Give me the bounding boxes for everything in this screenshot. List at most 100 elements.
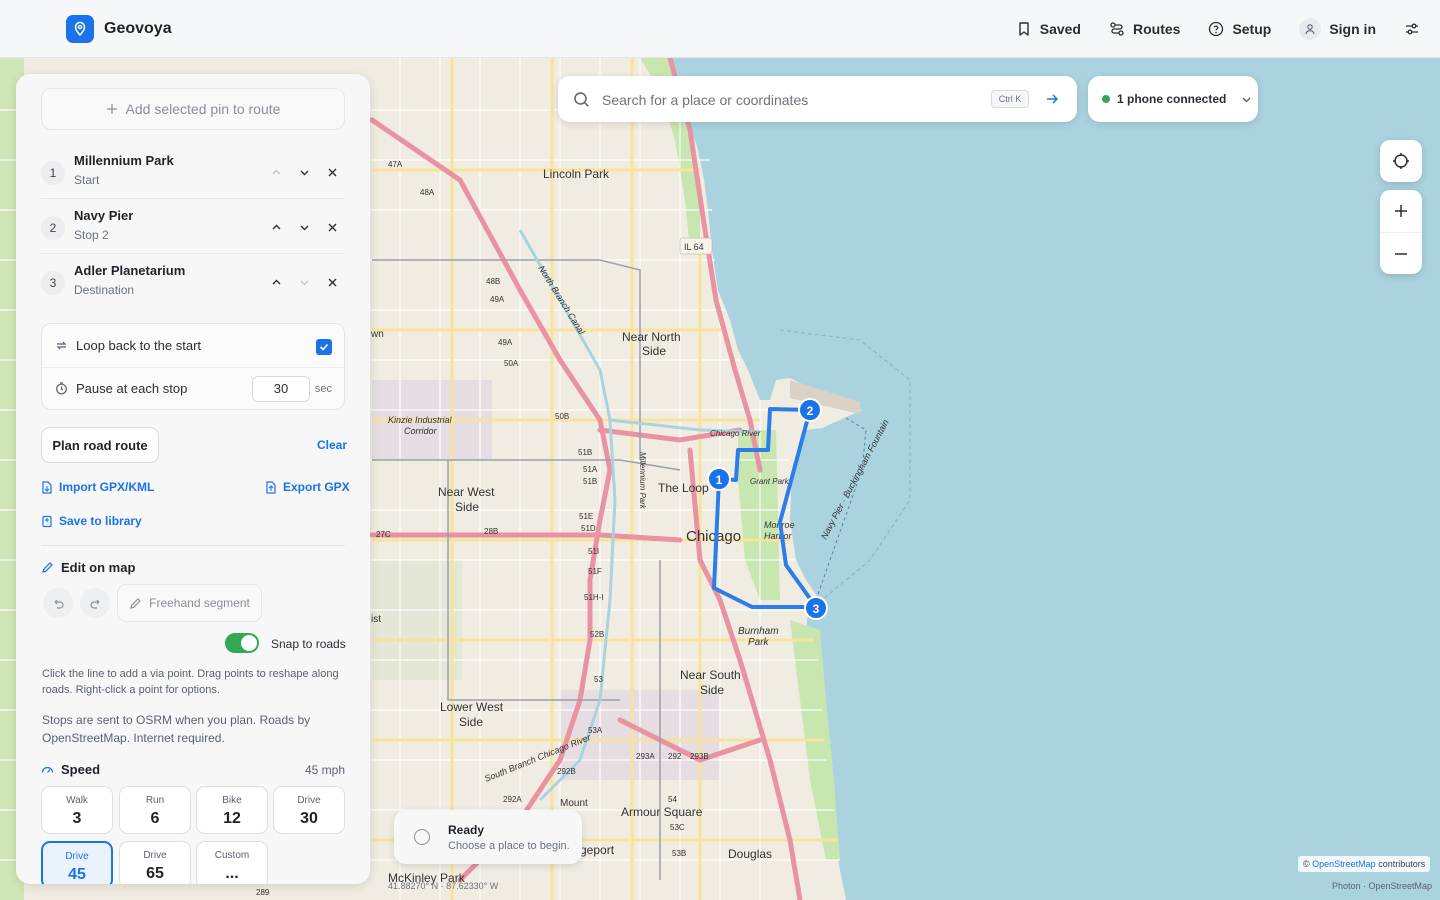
snap-to-roads-toggle[interactable] xyxy=(225,633,259,653)
speed-preset-label: Custom xyxy=(214,850,250,861)
import-gpx-link[interactable]: Import GPX/KML xyxy=(41,480,154,494)
close-icon xyxy=(328,223,336,231)
nav-sign-in[interactable]: Sign in xyxy=(1299,18,1376,40)
nav-saved[interactable]: Saved xyxy=(1016,21,1081,37)
device-status-dropdown[interactable]: 1 phone connected xyxy=(1088,76,1258,122)
route-marker-3-label: 3 xyxy=(813,602,820,616)
move-down-button[interactable] xyxy=(295,163,313,181)
loop-label: Loop back to the start xyxy=(76,337,202,353)
stop-name: Navy Pier xyxy=(74,208,134,223)
speed-preset-value: ... xyxy=(225,865,239,882)
stop-role: Stop 2 xyxy=(74,228,109,242)
save-library-link[interactable]: Save to library xyxy=(41,514,142,528)
search-input[interactable]: Search for a place or coordinates xyxy=(602,92,808,108)
speed-label: Speed xyxy=(61,762,101,777)
move-down-button[interactable] xyxy=(295,273,313,291)
save-icon xyxy=(42,515,52,527)
label-exit-47a: 47A xyxy=(388,160,403,169)
move-up-button[interactable] xyxy=(267,163,285,181)
label-exit-28b: 28B xyxy=(484,527,498,536)
chevron-down-icon xyxy=(300,170,308,175)
route-stop[interactable]: 2 Navy Pier Stop 2 xyxy=(41,200,345,254)
move-down-button[interactable] xyxy=(295,218,313,236)
label-the-loop: The Loop xyxy=(658,481,709,495)
redo-icon xyxy=(89,599,99,609)
map-coordinates: 41.88270° N · 87.62330° W xyxy=(388,881,499,891)
add-pin-button[interactable]: Add selected pin to route xyxy=(41,88,345,130)
speed-preset-drive-65[interactable]: Drive 65 xyxy=(119,841,191,884)
freehand-label: Freehand segment xyxy=(149,596,250,610)
speed-preset-custom[interactable]: Custom ... xyxy=(196,841,268,884)
label-armour-square: Armour Square xyxy=(621,805,703,819)
speed-preset-bike[interactable]: Bike 12 xyxy=(196,786,268,834)
status-ring-icon xyxy=(414,829,430,845)
remove-stop-button[interactable] xyxy=(323,273,341,291)
export-gpx-link[interactable]: Export GPX xyxy=(265,480,350,494)
speed-preset-walk[interactable]: Walk 3 xyxy=(41,786,113,834)
edit-on-map-title: Edit on map xyxy=(41,560,135,575)
plan-route-button[interactable]: Plan road route xyxy=(41,427,159,463)
nav-routes[interactable]: Routes xyxy=(1109,21,1180,37)
route-marker-1[interactable]: 1 xyxy=(707,467,731,491)
pause-seconds-input[interactable]: 30 xyxy=(252,376,310,402)
stop-role: Start xyxy=(74,173,100,187)
speed-preset-value: 30 xyxy=(300,810,318,827)
label-exit-51f: 51F xyxy=(588,567,602,576)
nav-setup[interactable]: Setup xyxy=(1208,21,1271,37)
chevron-up-icon xyxy=(272,279,280,284)
user-avatar-icon xyxy=(1299,18,1322,40)
loop-checkbox[interactable] xyxy=(316,339,332,355)
chevron-down-icon xyxy=(300,225,308,230)
photon-attribution: Photon · OpenStreetMap xyxy=(1332,881,1433,891)
close-icon xyxy=(328,278,336,286)
attrib-contributors: contributors xyxy=(1378,859,1426,869)
help-circle-icon xyxy=(1209,21,1224,37)
brand[interactable]: Geovoya xyxy=(66,15,172,43)
label-exit-54: 54 xyxy=(668,795,677,804)
arrow-right-icon[interactable] xyxy=(1045,92,1059,106)
label-exit-49b: 49A xyxy=(498,338,513,347)
label-near-north-2: Side xyxy=(642,344,666,358)
move-up-button[interactable] xyxy=(267,218,285,236)
plus-icon xyxy=(106,104,117,114)
route-marker-3[interactable]: 3 xyxy=(804,596,828,620)
nav-setup-label: Setup xyxy=(1232,21,1272,37)
label-grant-park: Grant Park xyxy=(750,477,790,486)
locate-button[interactable] xyxy=(1380,140,1422,182)
keyboard-shortcut-hint: Ctrl K xyxy=(991,90,1029,108)
nav-sign-in-label: Sign in xyxy=(1329,21,1376,37)
label-exit-51b: 51B xyxy=(578,448,592,457)
zoom-out-button[interactable] xyxy=(1380,232,1422,274)
search-bar[interactable]: Search for a place or coordinates Ctrl K xyxy=(558,76,1077,122)
label-lincoln-park: Lincoln Park xyxy=(543,167,610,181)
route-marker-2[interactable]: 2 xyxy=(798,398,822,422)
remove-stop-button[interactable] xyxy=(323,163,341,181)
redo-button[interactable] xyxy=(80,588,110,618)
status-title: Ready xyxy=(448,823,485,837)
loop-option-row[interactable]: Loop back to the start xyxy=(42,324,344,366)
clear-link[interactable]: Clear xyxy=(317,438,347,452)
zoom-in-button[interactable] xyxy=(1380,190,1422,232)
pin-logo-icon xyxy=(66,15,94,43)
speed-preset-drive-30[interactable]: Drive 30 xyxy=(273,786,345,834)
remove-stop-button[interactable] xyxy=(323,218,341,236)
route-stop[interactable]: 1 Millennium Park Start xyxy=(41,145,345,199)
osm-link[interactable]: OpenStreetMap xyxy=(1312,859,1376,869)
undo-button[interactable] xyxy=(43,588,73,618)
label-exit-50b: 50B xyxy=(555,412,569,421)
label-exit-293b: 293B xyxy=(690,752,709,761)
speed-preset-label: Run xyxy=(145,795,165,806)
speed-preset-value: 12 xyxy=(223,810,241,827)
stop-number: 2 xyxy=(41,216,65,240)
settings-sliders-button[interactable] xyxy=(1404,21,1420,37)
speed-preset-run[interactable]: Run 6 xyxy=(119,786,191,834)
label-chicago: Chicago xyxy=(686,528,741,545)
speed-preset-drive-45[interactable]: Drive 45 xyxy=(41,841,113,884)
move-up-button[interactable] xyxy=(267,273,285,291)
label-kinzie-1: Kinzie Industrial xyxy=(388,415,453,425)
top-nav: Saved Routes Setup Sign in xyxy=(988,0,1420,58)
chevron-down-icon xyxy=(300,280,308,285)
crosshair-icon xyxy=(1393,153,1409,169)
freehand-segment-button[interactable]: Freehand segment xyxy=(117,584,262,622)
route-stop[interactable]: 3 Adler Planetarium Destination xyxy=(41,255,345,309)
